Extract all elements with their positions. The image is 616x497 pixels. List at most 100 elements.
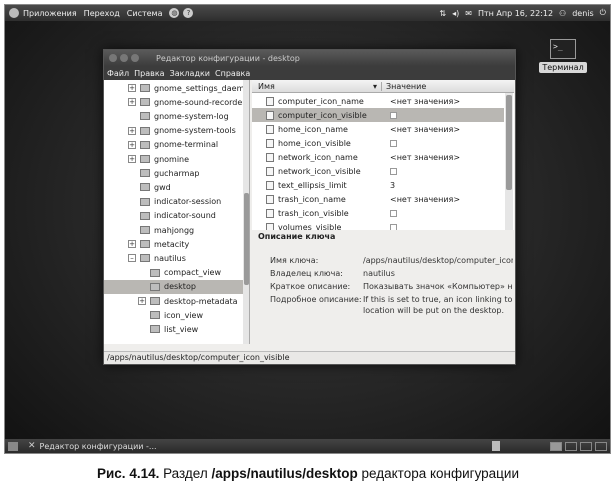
mail-icon[interactable]: ✉ (465, 9, 472, 18)
tree-item-label: gnomine (154, 154, 190, 164)
maximize-button[interactable] (131, 54, 139, 62)
workspace-3[interactable] (580, 441, 592, 451)
tree-item[interactable]: indicator-session (104, 195, 249, 209)
expander-icon[interactable]: + (128, 98, 136, 107)
folder-icon (140, 197, 150, 206)
expander-icon[interactable]: + (128, 126, 136, 135)
key-row[interactable]: network_icon_name <нет значения> (252, 150, 504, 164)
sort-arrow-icon: ▾ (372, 81, 377, 91)
tree-item[interactable]: + gnome_settings_daemo (104, 81, 250, 95)
key-row[interactable]: volumes_visible (252, 221, 504, 230)
key-icon (266, 138, 274, 148)
key-value[interactable]: 3 (386, 181, 395, 190)
bottom-panel-right (492, 441, 610, 451)
menu-applications[interactable]: Приложения (23, 9, 77, 18)
key-row[interactable]: home_icon_name <нет значения> (252, 122, 504, 136)
expander-icon[interactable]: + (128, 140, 136, 149)
key-value[interactable]: <нет значения> (386, 125, 460, 134)
taskbar-item[interactable]: Редактор конфигурации -... (40, 442, 157, 451)
key-name: text_ellipsis_limit (278, 181, 347, 191)
tree-item[interactable]: + gnome-sound-recorder (104, 95, 249, 109)
volume-icon[interactable]: ◂) (452, 9, 459, 18)
caption-text-1: Раздел (159, 466, 212, 481)
menu-system[interactable]: Система (127, 9, 163, 18)
trash-icon[interactable] (492, 441, 500, 451)
tree-item-label: gnome_settings_daemo (154, 83, 250, 93)
workspace-2[interactable] (565, 441, 577, 451)
close-button[interactable] (109, 54, 117, 62)
key-row[interactable]: home_icon_visible (252, 136, 504, 150)
expander-icon[interactable]: + (128, 84, 136, 92)
tree-item[interactable]: mahjongg (104, 223, 249, 237)
expander-icon[interactable]: – (128, 254, 136, 263)
expander-icon[interactable]: + (128, 240, 136, 249)
tree-item[interactable]: indicator-sound (104, 209, 249, 223)
key-value[interactable]: <нет значения> (386, 97, 460, 106)
tree-item[interactable]: gnome-system-log (104, 109, 249, 123)
tree-item-label: desktop (164, 282, 196, 292)
tree-item[interactable]: + gnome-terminal (104, 138, 249, 152)
list-scrollbar[interactable] (505, 93, 513, 230)
tree-item[interactable]: + gnomine (104, 152, 249, 166)
window-titlebar[interactable]: Редактор конфигурации - desktop (104, 50, 515, 66)
power-icon[interactable]: ⏻ (600, 8, 606, 18)
minimize-button[interactable] (120, 54, 128, 62)
value-checkbox[interactable] (390, 139, 397, 147)
key-name: trash_icon_name (278, 195, 346, 205)
menu-help[interactable]: Справка (215, 69, 250, 78)
help-launcher-icon[interactable]: ? (183, 8, 194, 18)
menu-edit[interactable]: Правка (134, 69, 164, 78)
tree-scrollbar[interactable] (243, 80, 249, 344)
tree-item[interactable]: gwd (104, 180, 249, 194)
folder-icon (150, 297, 160, 305)
key-row[interactable]: trash_icon_visible (252, 207, 504, 221)
ubuntu-logo-icon[interactable] (9, 8, 19, 18)
column-header-name[interactable]: Имя ▾ (252, 81, 382, 91)
tree-item[interactable]: + gnome-system-tools (104, 124, 249, 138)
key-row[interactable]: computer_icon_visible (252, 108, 504, 123)
clock[interactable]: Птн Апр 16, 22:12 (478, 9, 553, 18)
workspace-1[interactable] (550, 441, 562, 451)
menu-places[interactable]: Переход (84, 9, 120, 18)
key-row[interactable]: text_ellipsis_limit 3 (252, 179, 504, 193)
key-value[interactable]: <нет значения> (386, 153, 460, 162)
key-name: home_icon_name (278, 124, 348, 134)
tree-item[interactable]: + desktop-metadata (104, 294, 249, 308)
workspace-4[interactable] (595, 441, 607, 451)
key-value[interactable]: <нет значения> (386, 195, 460, 204)
menu-bookmarks[interactable]: Закладки (170, 69, 210, 78)
key-row[interactable]: trash_icon_name <нет значения> (252, 193, 504, 207)
value-checkbox[interactable] (390, 168, 397, 175)
tree-scrollbar-thumb[interactable] (244, 193, 249, 285)
tree-item[interactable]: list_view (104, 322, 249, 336)
expander-icon[interactable]: + (138, 297, 146, 305)
menu-file[interactable]: Файл (107, 69, 129, 78)
tree-item[interactable]: gucharmap (104, 166, 249, 180)
user-name[interactable]: denis (572, 9, 593, 18)
network-arrows-icon[interactable]: ⇅ (439, 9, 446, 18)
tree-item[interactable]: – nautilus (104, 251, 249, 265)
key-name: network_icon_name (278, 152, 358, 162)
value-checkbox[interactable] (390, 111, 397, 119)
tree-item[interactable]: + metacity (104, 237, 249, 251)
key-row[interactable]: network_icon_visible (252, 165, 504, 179)
show-desktop-icon[interactable] (8, 441, 18, 451)
expander-icon[interactable]: + (128, 155, 136, 163)
key-row[interactable]: computer_icon_name <нет значения> (252, 94, 504, 108)
desktop-icon-terminal[interactable]: >_ Терминал (538, 39, 588, 73)
value-checkbox[interactable] (390, 210, 397, 218)
value-checkbox[interactable] (390, 224, 397, 230)
column-header-value[interactable]: Значение (382, 82, 426, 91)
detail-value: nautilus (363, 269, 395, 278)
list-scrollbar-thumb[interactable] (506, 95, 512, 190)
tree-item[interactable]: desktop (104, 279, 249, 294)
tree-item[interactable]: compact_view (104, 266, 249, 280)
key-name: trash_icon_visible (278, 209, 349, 219)
browser-launcher-icon[interactable]: ◍ (169, 8, 180, 18)
user-icon[interactable]: ⚇ (559, 9, 566, 18)
top-panel: Приложения Переход Система ◍ ? ⇅ ◂) ✉ Пт… (5, 5, 610, 21)
tree-item[interactable]: icon_view (104, 308, 249, 322)
folder-icon (140, 240, 150, 249)
